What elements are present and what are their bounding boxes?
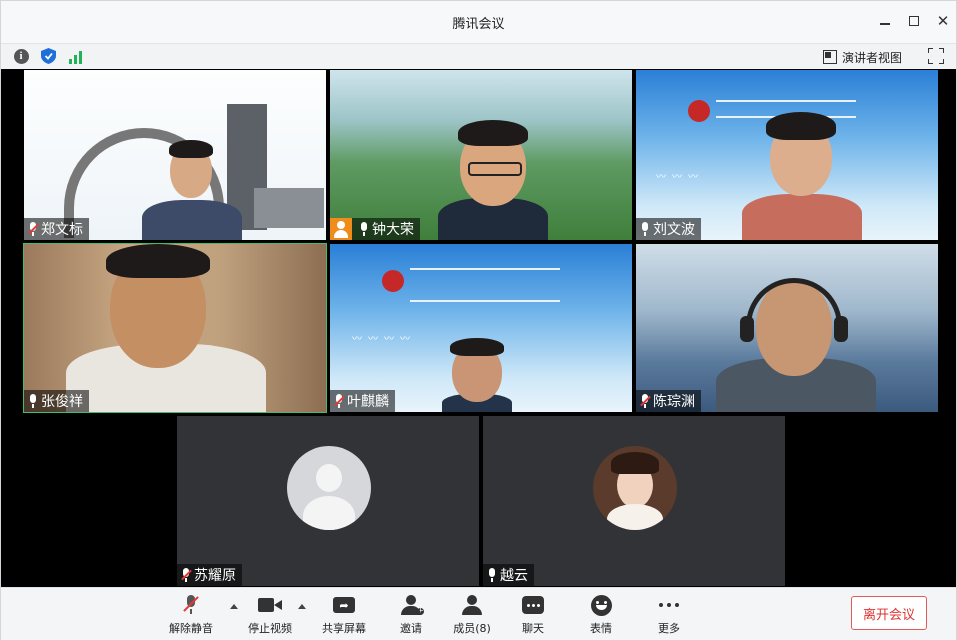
unmute-button[interactable]: 解除静音 <box>165 594 217 638</box>
more-icon <box>659 603 679 607</box>
speaker-view-icon <box>823 50 837 64</box>
video-tile[interactable]: 钟大荣 <box>329 69 633 241</box>
participant-figure <box>742 110 862 240</box>
minimize-icon <box>880 23 890 25</box>
doves-graphic: 〰〰〰 <box>656 172 704 183</box>
meeting-info-button[interactable]: i <box>13 48 29 64</box>
fullscreen-button[interactable] <box>928 48 944 64</box>
members-icon <box>461 595 483 615</box>
video-tile[interactable]: 〰〰〰 刘文波 <box>635 69 939 241</box>
camera-icon <box>258 598 282 612</box>
participant-name-tag: 郑文标 <box>24 218 89 240</box>
participant-name: 叶麒麟 <box>347 394 389 410</box>
members-label: 成员(8) <box>453 622 491 635</box>
share-screen-label: 共享屏幕 <box>322 622 366 635</box>
audio-options-caret-icon[interactable] <box>230 604 238 609</box>
participant-name-tag: 苏耀原 <box>177 564 242 586</box>
bottom-toolbar: 解除静音 停止视频 ➦ 共享屏幕 + 邀请 成员(8) 聊天 表情 更多 离开会… <box>1 587 956 640</box>
participant-figure <box>438 118 548 240</box>
participant-name-tag: 刘文波 <box>636 218 701 240</box>
mic-icon <box>28 394 38 408</box>
mic-icon <box>487 568 497 582</box>
participant-name: 郑文标 <box>41 222 83 238</box>
maximize-button[interactable] <box>904 11 924 31</box>
participant-name: 张俊祥 <box>41 394 83 410</box>
participant-figure <box>442 338 512 412</box>
participant-name-tag: 越云 <box>483 564 534 586</box>
participant-name: 钟大荣 <box>372 222 414 238</box>
doves-graphic: 〰〰〰〰 <box>352 334 416 345</box>
participant-figure <box>716 272 876 412</box>
video-tile-no-video[interactable]: 越云 <box>482 415 786 587</box>
default-avatar-icon <box>287 446 371 530</box>
participant-name-tag: 陈琮渊 <box>636 390 701 412</box>
banner-graphic <box>410 268 560 302</box>
close-icon: ✕ <box>936 12 950 30</box>
stop-video-button[interactable]: 停止视频 <box>244 594 296 638</box>
security-button[interactable] <box>40 48 56 64</box>
scenery-lowrise <box>254 188 324 228</box>
unmute-label: 解除静音 <box>169 622 213 635</box>
video-tile[interactable]: 陈琮渊 <box>635 243 939 413</box>
participant-name: 陈琮渊 <box>653 394 695 410</box>
mic-icon <box>359 222 369 236</box>
info-icon: i <box>13 48 29 64</box>
network-signal-icon[interactable] <box>67 50 83 64</box>
participant-name: 苏耀原 <box>194 568 236 584</box>
reactions-button[interactable]: 表情 <box>587 594 615 638</box>
leave-meeting-button[interactable]: 离开会议 <box>851 596 927 630</box>
stop-video-label: 停止视频 <box>248 622 292 635</box>
video-grid: 郑文标 钟大荣 〰〰〰 刘文波 张俊祥 〰〰〰〰 叶麒麟 陈琮渊 苏耀原 越云 <box>1 69 956 587</box>
microphone-muted-icon <box>183 595 199 615</box>
reactions-label: 表情 <box>590 622 612 635</box>
members-button[interactable]: 成员(8) <box>451 594 493 638</box>
video-options-caret-icon[interactable] <box>298 604 306 609</box>
window-title: 腾讯会议 <box>452 17 505 32</box>
title-bar: 腾讯会议 ✕ <box>1 1 956 43</box>
video-tile-no-video[interactable]: 苏耀原 <box>176 415 480 587</box>
participant-figure <box>142 138 242 240</box>
speaker-view-button[interactable]: 演讲者视图 <box>823 47 902 67</box>
tencent-meeting-window: 腾讯会议 ✕ i 演讲者视图 郑文标 钟大荣 〰〰〰 刘文波 张俊祥 〰〰〰〰 … <box>0 0 957 640</box>
minimize-button[interactable] <box>875 11 895 31</box>
video-tile[interactable]: 郑文标 <box>23 69 327 241</box>
university-logo <box>688 100 710 122</box>
add-user-icon: + <box>400 595 425 616</box>
emoji-icon <box>590 594 612 616</box>
avatar <box>593 446 677 530</box>
muted-mic-icon <box>181 568 192 582</box>
participant-name: 刘文波 <box>653 222 695 238</box>
invite-label: 邀请 <box>400 622 422 635</box>
chat-button[interactable]: 聊天 <box>519 594 547 638</box>
video-tile-active-speaker[interactable]: 张俊祥 <box>23 243 327 413</box>
participant-name-tag: 叶麒麟 <box>330 390 395 412</box>
participant-name-tag: 张俊祥 <box>24 390 89 412</box>
chat-icon <box>522 596 544 614</box>
participant-name: 越云 <box>500 568 528 584</box>
muted-mic-icon <box>640 394 651 408</box>
muted-mic-icon <box>334 394 345 408</box>
university-logo <box>382 270 404 292</box>
close-button[interactable]: ✕ <box>933 11 953 31</box>
maximize-icon <box>909 16 919 26</box>
mic-icon <box>640 222 650 236</box>
share-screen-icon: ➦ <box>333 597 355 613</box>
participant-name-tag: 钟大荣 <box>330 218 420 240</box>
more-button[interactable]: 更多 <box>655 594 683 638</box>
host-badge-icon <box>330 218 352 240</box>
shield-icon <box>40 48 56 64</box>
chat-label: 聊天 <box>522 622 544 635</box>
video-tile[interactable]: 〰〰〰〰 叶麒麟 <box>329 243 633 413</box>
more-label: 更多 <box>658 622 680 635</box>
invite-button[interactable]: + 邀请 <box>397 594 425 638</box>
top-toolbar: i 演讲者视图 <box>1 43 956 69</box>
participant-figure <box>66 244 266 412</box>
muted-mic-icon <box>28 222 39 236</box>
share-screen-button[interactable]: ➦ 共享屏幕 <box>319 594 369 638</box>
speaker-view-label: 演讲者视图 <box>842 50 903 65</box>
